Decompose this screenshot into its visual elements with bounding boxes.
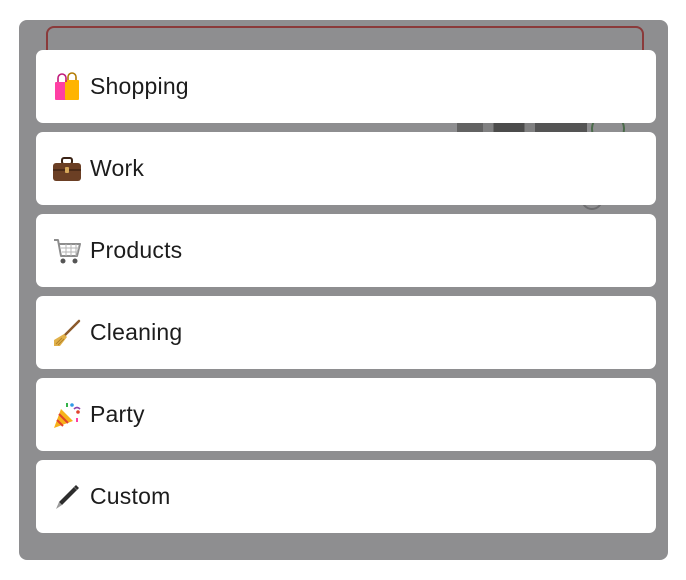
shopping-bags-icon (52, 71, 82, 102)
menu-item-work[interactable]: Work (36, 132, 656, 205)
menu-item-custom[interactable]: Custom (36, 460, 656, 533)
menu-item-products[interactable]: Products (36, 214, 656, 287)
menu-item-label: Cleaning (90, 319, 183, 345)
menu-item-label: Shopping (90, 73, 189, 99)
menu-item-label: Products (90, 237, 183, 263)
party-popper-icon (52, 400, 82, 430)
pen-icon (52, 482, 82, 512)
shopping-cart-icon (52, 236, 82, 266)
menu-item-cleaning[interactable]: Cleaning (36, 296, 656, 369)
broom-icon (52, 318, 82, 348)
menu-item-party[interactable]: Party (36, 378, 656, 451)
menu-item-label: Work (90, 155, 145, 181)
briefcase-icon (52, 154, 82, 184)
menu-item-shopping[interactable]: Shopping (36, 50, 656, 123)
app-screen: Shopping Work Products Cleaning Party Cu… (0, 0, 686, 580)
menu-item-label: Party (90, 401, 145, 427)
menu-item-label: Custom (90, 483, 171, 509)
